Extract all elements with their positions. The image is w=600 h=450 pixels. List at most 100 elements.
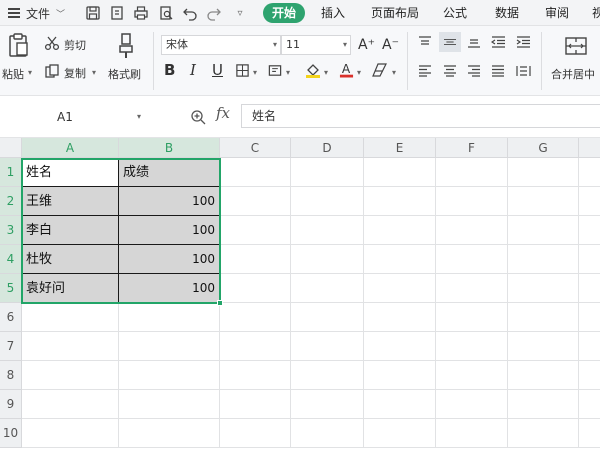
cell-b5[interactable]: 100 — [119, 274, 220, 303]
print-preview-icon[interactable] — [157, 4, 175, 22]
empty-cell[interactable] — [508, 274, 579, 303]
fill-color-icon[interactable] — [305, 62, 321, 78]
empty-cell[interactable] — [364, 390, 436, 419]
empty-cell[interactable] — [22, 303, 119, 332]
column-header-d[interactable]: D — [291, 138, 364, 158]
cut-icon[interactable] — [44, 35, 60, 51]
row-header-8[interactable]: 8 — [0, 361, 22, 390]
fill-color-dropdown-icon[interactable]: ▾ — [324, 68, 328, 77]
empty-cell[interactable] — [22, 361, 119, 390]
cell-a4[interactable]: 杜牧 — [22, 245, 119, 274]
zoom-formula-icon[interactable] — [190, 109, 206, 128]
copy-dropdown-icon[interactable]: ▾ — [92, 68, 96, 77]
paste-icon[interactable] — [7, 32, 31, 58]
empty-cell[interactable] — [508, 158, 579, 187]
empty-cell[interactable] — [364, 245, 436, 274]
empty-cell[interactable] — [220, 361, 291, 390]
empty-cell[interactable] — [22, 390, 119, 419]
clear-format-dropdown-icon[interactable]: ▾ — [392, 68, 396, 77]
empty-cell[interactable] — [119, 361, 220, 390]
file-menu[interactable]: 文件 ﹀ — [8, 3, 65, 23]
empty-cell[interactable] — [119, 332, 220, 361]
empty-cell[interactable] — [579, 245, 600, 274]
empty-cell[interactable] — [508, 390, 579, 419]
empty-cell[interactable] — [220, 216, 291, 245]
merge-center-icon[interactable] — [564, 36, 588, 56]
empty-cell[interactable] — [291, 245, 364, 274]
empty-cell[interactable] — [508, 245, 579, 274]
empty-cell[interactable] — [220, 158, 291, 187]
row-header-1[interactable]: 1 — [0, 158, 22, 187]
empty-cell[interactable] — [291, 390, 364, 419]
font-name-select[interactable]: 宋体 ▾ — [161, 35, 281, 55]
row-header-2[interactable]: 2 — [0, 187, 22, 216]
empty-cell[interactable] — [119, 303, 220, 332]
empty-cell[interactable] — [436, 274, 508, 303]
cell-a5[interactable]: 袁好问 — [22, 274, 119, 303]
empty-cell[interactable] — [22, 332, 119, 361]
empty-cell[interactable] — [436, 332, 508, 361]
merge-center-button[interactable]: 合并居中 — [551, 66, 595, 82]
align-left-icon[interactable] — [418, 65, 432, 77]
empty-cell[interactable] — [220, 303, 291, 332]
cell-a1[interactable]: 姓名 — [22, 158, 119, 187]
cell-a2[interactable]: 王维 — [22, 187, 119, 216]
clear-format-icon[interactable] — [372, 63, 388, 77]
fill-effect-icon[interactable] — [267, 63, 283, 78]
empty-cell[interactable] — [220, 390, 291, 419]
row-header-6[interactable]: 6 — [0, 303, 22, 332]
cell-b2[interactable]: 100 — [119, 187, 220, 216]
empty-cell[interactable] — [436, 390, 508, 419]
quick-access-dropdown-icon[interactable]: ▿ — [231, 4, 249, 22]
row-header-9[interactable]: 9 — [0, 390, 22, 419]
empty-cell[interactable] — [436, 187, 508, 216]
align-bottom-icon[interactable] — [467, 36, 481, 48]
empty-cell[interactable] — [508, 419, 579, 448]
empty-cell[interactable] — [119, 390, 220, 419]
tab-formulas[interactable]: 公式 — [443, 3, 467, 23]
column-header-g[interactable]: G — [508, 138, 579, 158]
empty-cell[interactable] — [364, 158, 436, 187]
row-header-7[interactable]: 7 — [0, 332, 22, 361]
empty-cell[interactable] — [291, 274, 364, 303]
align-top-icon[interactable] — [418, 36, 432, 48]
empty-cell[interactable] — [436, 361, 508, 390]
empty-cell[interactable] — [579, 216, 600, 245]
empty-cell[interactable] — [579, 419, 600, 448]
copy-icon[interactable] — [44, 63, 60, 79]
empty-cell[interactable] — [579, 332, 600, 361]
empty-cell[interactable] — [220, 332, 291, 361]
borders-icon[interactable] — [235, 63, 250, 78]
font-color-icon[interactable]: A — [339, 61, 354, 79]
empty-cell[interactable] — [291, 158, 364, 187]
empty-cell[interactable] — [364, 216, 436, 245]
empty-cell[interactable] — [291, 419, 364, 448]
column-header-c[interactable]: C — [220, 138, 291, 158]
empty-cell[interactable] — [436, 419, 508, 448]
justify-icon[interactable] — [491, 65, 505, 77]
cell-b1[interactable]: 成绩 — [119, 158, 220, 187]
tab-insert[interactable]: 插入 — [321, 3, 345, 23]
row-header-10[interactable]: 10 — [0, 419, 22, 448]
tab-review[interactable]: 审阅 — [545, 3, 569, 23]
underline-icon[interactable]: U — [212, 61, 223, 79]
empty-cell[interactable] — [364, 419, 436, 448]
empty-cell[interactable] — [364, 187, 436, 216]
fill-effect-dropdown-icon[interactable]: ▾ — [286, 68, 290, 77]
empty-cell[interactable] — [436, 158, 508, 187]
tab-home[interactable]: 开始 — [263, 3, 306, 23]
empty-cell[interactable] — [579, 303, 600, 332]
empty-cell[interactable] — [291, 361, 364, 390]
cut-button[interactable]: 剪切 — [64, 37, 86, 53]
empty-cell[interactable] — [220, 274, 291, 303]
column-header-f[interactable]: F — [436, 138, 508, 158]
row-header-5[interactable]: 5 — [0, 274, 22, 303]
empty-cell[interactable] — [436, 216, 508, 245]
print-icon[interactable] — [132, 4, 150, 22]
column-header-h[interactable] — [579, 138, 600, 158]
column-header-e[interactable]: E — [364, 138, 436, 158]
tab-view[interactable]: 视 — [592, 3, 600, 23]
empty-cell[interactable] — [220, 245, 291, 274]
borders-dropdown-icon[interactable]: ▾ — [253, 68, 257, 77]
align-middle-icon[interactable] — [439, 32, 461, 52]
